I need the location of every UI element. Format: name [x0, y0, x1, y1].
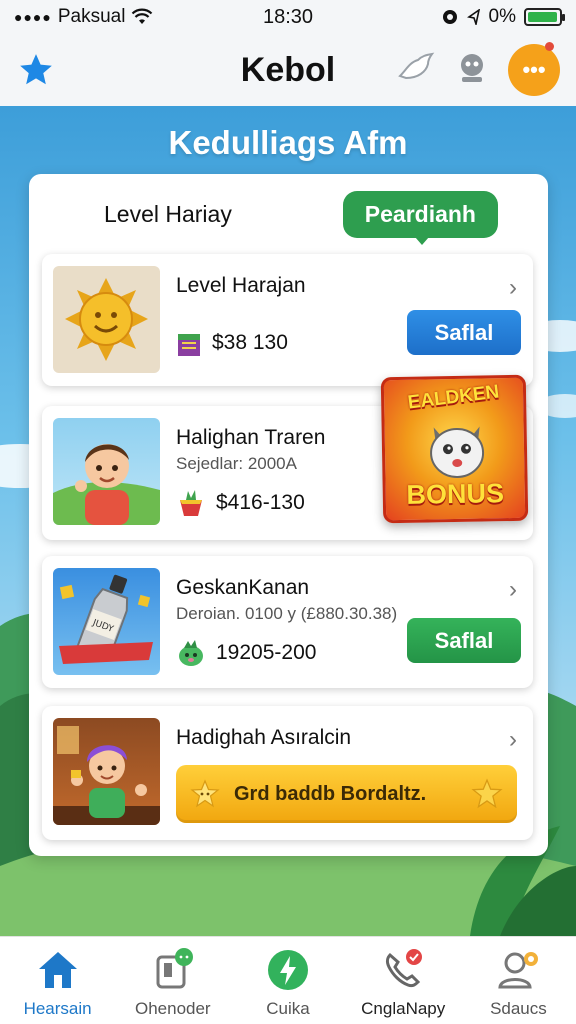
- wifi-icon: [132, 8, 153, 24]
- gift-box-icon: [178, 334, 200, 356]
- card-subtitle: Sejedlar: 2000A: [176, 454, 297, 473]
- document-icon: [150, 947, 196, 993]
- star-icon: [471, 778, 503, 809]
- status-right: 0%: [362, 6, 565, 28]
- sun-thumbnail: [53, 266, 160, 373]
- bonus-sticker[interactable]: EALDKEN BONUS: [380, 374, 529, 524]
- nav-item-orders[interactable]: Ohenoder: [115, 937, 230, 1024]
- card-subtitle: Deroian. 0100 y (£880.30.38): [176, 604, 398, 623]
- bottom-nav: Hearsain Ohenoder Cuika CnglaNapy Sdaucs: [0, 936, 576, 1024]
- more-dots-icon: •••: [522, 57, 546, 82]
- battery-fill: [528, 12, 557, 22]
- nav-label: Hearsain: [23, 999, 92, 1018]
- share-button[interactable]: [396, 50, 436, 91]
- bottle-thumbnail: JUDY: [53, 568, 160, 675]
- sun-icon: [65, 278, 148, 361]
- gamer-illustration: [53, 726, 160, 825]
- phone-icon: [380, 947, 426, 993]
- nav-item-calls[interactable]: CnglaNapy: [346, 937, 461, 1024]
- more-button[interactable]: •••: [508, 42, 560, 96]
- card-price: 19205-200: [216, 641, 317, 664]
- saflal-button[interactable]: Saflal: [407, 618, 521, 663]
- chevron-right-icon[interactable]: ›: [509, 726, 517, 754]
- status-left: ●●●● Paksual: [14, 6, 214, 28]
- treasure-basket-icon: [180, 490, 202, 516]
- bird-icon: [398, 52, 435, 79]
- battery-icon: [524, 8, 565, 26]
- promo-text: Grd baddb Bordaltz.: [234, 782, 427, 805]
- card-title: GeskanKanan: [176, 576, 310, 599]
- card-price: $38 130: [212, 331, 288, 354]
- nav-label: CnglaNapy: [361, 999, 446, 1018]
- price-row: 19205-200: [176, 638, 316, 668]
- promo-button[interactable]: Grd baddb Bordaltz.: [176, 765, 517, 823]
- nav-item-home[interactable]: Hearsain: [0, 937, 115, 1024]
- boy-thumbnail: [53, 418, 160, 525]
- bottle-illustration: JUDY: [59, 574, 153, 664]
- header-actions: •••: [396, 42, 560, 96]
- card-title: Level Harajan: [176, 274, 306, 297]
- lightning-icon: [265, 947, 311, 993]
- nav-label: Cuika: [266, 999, 310, 1018]
- panel-header: Level Hariay Peardianh: [29, 174, 548, 254]
- list-item[interactable]: JUDY GeskanKanan Deroian. 0100 y (£880.3…: [42, 556, 533, 688]
- cat-icon: [430, 426, 485, 478]
- star-icon: [20, 54, 52, 85]
- list-item[interactable]: Level Harajan › $38 130 Saflal: [42, 254, 533, 386]
- card-price: $416-130: [216, 491, 305, 514]
- saflal-button[interactable]: Saflal: [407, 310, 521, 355]
- panel-pill-button[interactable]: Peardianh: [342, 190, 498, 245]
- robot-icon: [461, 53, 483, 82]
- chat-button[interactable]: [454, 50, 490, 91]
- home-icon: [35, 947, 81, 993]
- nav-item-status[interactable]: Sdaucs: [461, 937, 576, 1024]
- battery-percent: 0%: [488, 6, 516, 27]
- bonus-bottom-text: BONUS: [406, 478, 505, 510]
- green-creature-icon: [179, 640, 203, 666]
- status-bar: ●●●● Paksual 18:30 0%: [0, 0, 576, 34]
- card-title: Hadighah Asıralcin: [176, 726, 352, 749]
- lock-rotation-icon: [442, 10, 457, 24]
- status-time: 18:30: [262, 5, 314, 28]
- user-icon: [495, 947, 541, 993]
- boy-illustration: [53, 444, 160, 525]
- signal-dots-icon: ●●●●: [14, 9, 52, 25]
- chevron-right-icon[interactable]: ›: [509, 576, 517, 604]
- carrier-name: Paksual: [57, 6, 126, 27]
- list-item[interactable]: Hadighah Asıralcin › Grd baddb Bordaltz.: [42, 706, 533, 840]
- nav-label: Sdaucs: [490, 999, 547, 1018]
- bonus-top-text: EALDKEN: [406, 381, 501, 414]
- gamer-thumbnail: [53, 718, 160, 825]
- price-row: $38 130: [176, 328, 288, 358]
- chevron-right-icon[interactable]: ›: [509, 274, 517, 302]
- favorite-star-button[interactable]: [16, 50, 56, 90]
- price-row: $416-130: [176, 488, 305, 518]
- card-title: Halighan Traren: [176, 426, 326, 449]
- panel-title: Level Hariay: [104, 200, 232, 227]
- location-arrow-icon: [466, 9, 480, 25]
- nav-label: Ohenoder: [134, 999, 211, 1018]
- app-header: Kebol •••: [0, 34, 576, 106]
- nav-item-quick[interactable]: Cuika: [230, 937, 345, 1024]
- smiley-star-icon: [190, 779, 220, 808]
